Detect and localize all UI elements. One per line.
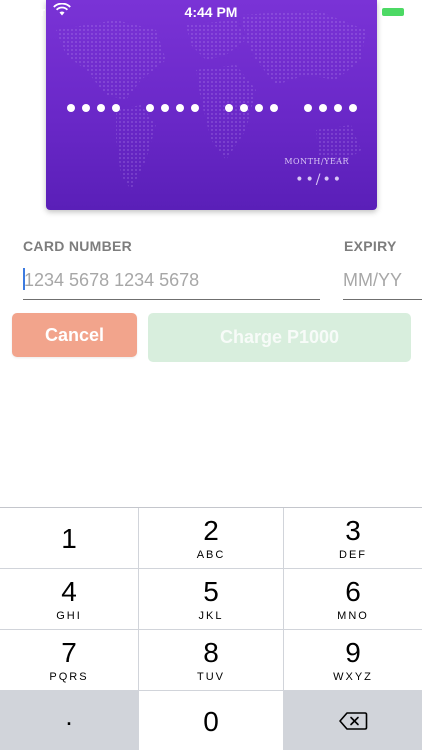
key-decimal-label: . <box>65 701 73 731</box>
key-5[interactable]: 5 JKL <box>139 569 283 629</box>
cancel-button[interactable]: Cancel <box>12 313 137 357</box>
status-bar: r 4:44 PM <box>0 0 422 24</box>
card-number-label: CARD NUMBER <box>23 238 133 254</box>
mask-dot <box>318 104 327 112</box>
key-7[interactable]: 7 PQRS <box>0 630 138 690</box>
card-number-group <box>303 104 357 112</box>
key-digit: 7 <box>61 637 77 668</box>
mask-dot <box>333 104 342 112</box>
key-letters: ABC <box>196 549 226 561</box>
card-number-input[interactable] <box>23 262 320 300</box>
key-digit: 6 <box>345 576 361 607</box>
key-0[interactable]: 0 <box>139 691 283 750</box>
key-digit: 1 <box>61 523 77 554</box>
key-letters: TUV <box>197 671 225 683</box>
mask-dot <box>224 104 233 112</box>
key-letters: JKL <box>198 610 224 622</box>
key-digit: 2 <box>203 515 219 546</box>
key-6[interactable]: 6 MNO <box>284 569 422 629</box>
key-4[interactable]: 4 GHI <box>0 569 138 629</box>
expiry-input[interactable] <box>343 262 422 300</box>
mask-dot <box>254 104 263 112</box>
key-digit: 9 <box>345 637 361 668</box>
key-digit: 4 <box>61 576 77 607</box>
key-decimal[interactable]: . <box>0 691 138 750</box>
key-letters: GHI <box>56 610 82 622</box>
key-letters: MNO <box>337 610 369 622</box>
card-number-masked <box>46 104 377 112</box>
mask-dot <box>303 104 312 112</box>
text-cursor <box>23 268 25 290</box>
numeric-keypad: 1 2 ABC 3 DEF 4 GHI 5 JKL 6 MNO 7 PQRS 8… <box>0 507 422 750</box>
charge-button[interactable]: Charge P1000 <box>148 313 411 362</box>
key-digit: 8 <box>203 637 219 668</box>
mask-dot <box>160 104 169 112</box>
mask-dot <box>190 104 199 112</box>
card-number-group <box>145 104 199 112</box>
card-expiry-value: ••/•• <box>295 172 343 188</box>
card-number-group <box>224 104 278 112</box>
key-letters: WXYZ <box>333 671 373 683</box>
mask-dot <box>111 104 120 112</box>
mask-dot <box>66 104 75 112</box>
mask-dot <box>145 104 154 112</box>
key-letters: DEF <box>339 549 367 561</box>
backspace-icon <box>339 712 368 730</box>
key-backspace[interactable] <box>284 691 422 750</box>
key-9[interactable]: 9 WXYZ <box>284 630 422 690</box>
mask-dot <box>81 104 90 112</box>
key-8[interactable]: 8 TUV <box>139 630 283 690</box>
key-digit: 3 <box>345 515 361 546</box>
mask-dot <box>269 104 278 112</box>
key-digit: 5 <box>203 576 219 607</box>
key-2[interactable]: 2 ABC <box>139 508 283 568</box>
card-preview: MONTH/YEAR ••/•• <box>46 0 377 210</box>
battery-icon <box>382 8 404 16</box>
clock: 4:44 PM <box>184 4 238 20</box>
key-letters: PQRS <box>49 671 89 683</box>
card-number-group <box>66 104 120 112</box>
key-1[interactable]: 1 <box>0 508 138 568</box>
key-3[interactable]: 3 DEF <box>284 508 422 568</box>
card-expiry-label: MONTH/YEAR <box>284 157 349 166</box>
expiry-label: EXPIRY <box>344 238 397 254</box>
mask-dot <box>96 104 105 112</box>
mask-dot <box>239 104 248 112</box>
mask-dot <box>348 104 357 112</box>
mask-dot <box>175 104 184 112</box>
key-digit: 0 <box>203 706 219 737</box>
